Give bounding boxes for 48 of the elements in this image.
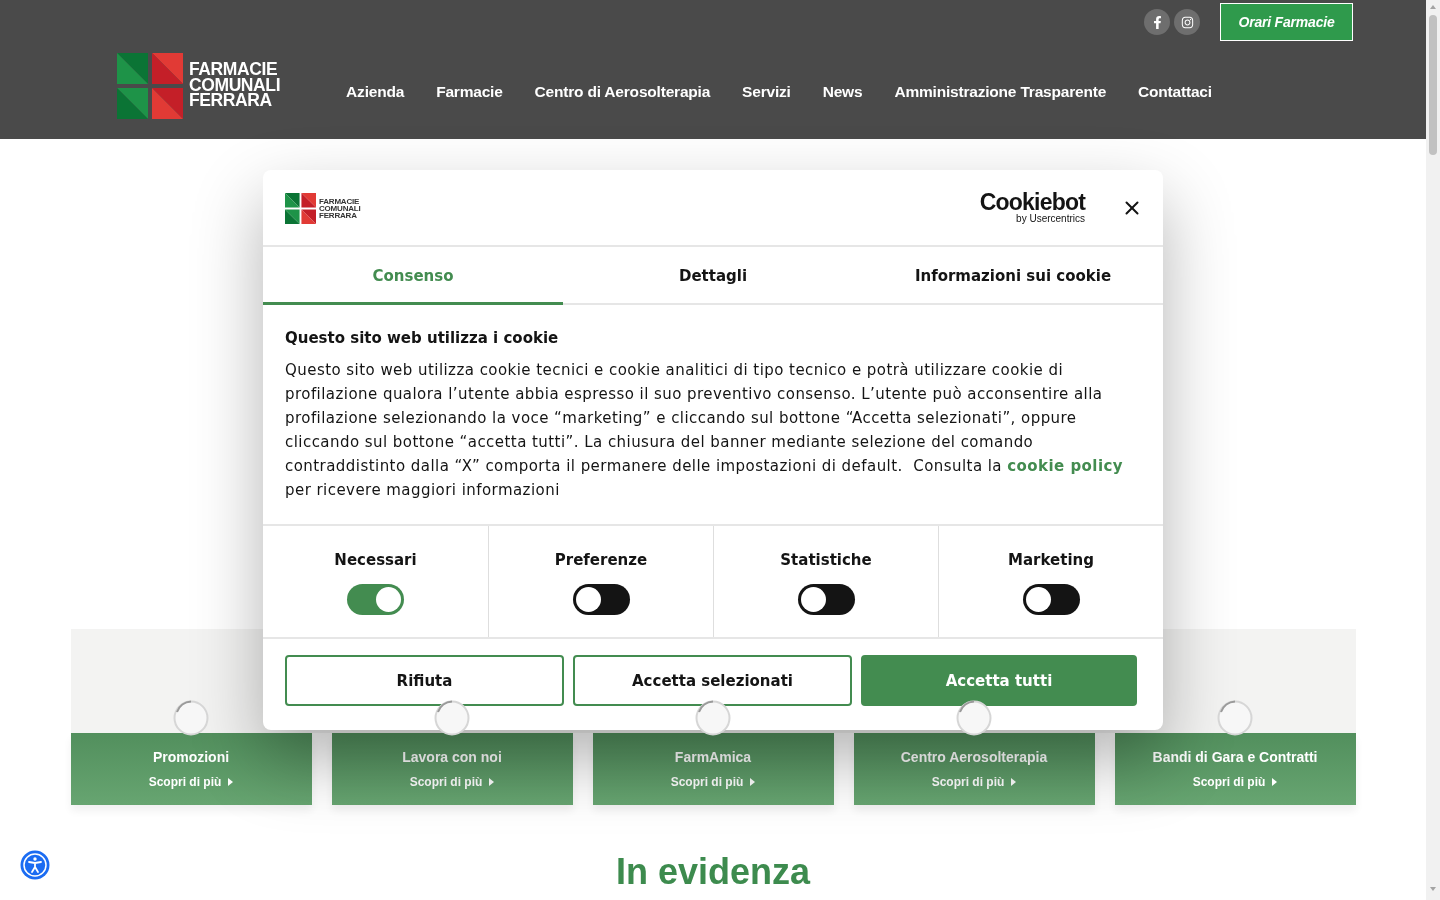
card-title: Bandi di Gara e Contratti [1152,749,1318,765]
card-title: Promozioni [152,749,230,765]
toggle-switch[interactable] [572,584,630,615]
brand-tagline: by Usercentrics [1016,213,1085,224]
cookie-policy-link[interactable]: cookie policy [1007,457,1124,475]
dialog-text: Questo sito web utilizza cookie tecnici e cookie analitici di tipo tecnico e potrà utilizzare cookie di profilazione qualora l’utente abbia espresso il suo preventivo consenso. L’utente può acconsentire alla profilazione selezionando la voce “marketing” e cliccando sul bottone “Accetta selezionati”, oppure cliccando sul bottone “accetta tutti”. La chiusura del banner mediante selezione del comando contraddistinto dalla “X” comporta il permanere delle impostazioni di default. Consulta la cookie policy per ricevere maggiori informazioni [285,360,1125,501]
loading-ring-icon [173,700,209,736]
category-label: Statistiche [780,550,872,570]
tab[interactable]: Consenso [263,247,563,305]
caret-icon [1272,778,1278,786]
nav-link[interactable]: Contattaci [1138,82,1212,101]
card-title: Lavora con noi [402,749,502,765]
card-title: Centro Aerosolterapia [900,749,1048,765]
card-title: FarmAmica [674,749,752,765]
section-heading: In evidenza [615,851,811,893]
scrollbar[interactable] [1426,0,1440,900]
loading-ring-icon [1217,700,1253,736]
category-label: Preferenze [554,550,648,570]
logo-text: FARMACIE COMUNALI FERRARA [189,62,281,109]
consent-button[interactable]: Accetta selezionati [573,655,852,706]
logo-squares-icon [285,193,316,224]
toggle-switch[interactable] [347,584,404,615]
instagram-icon[interactable] [1174,9,1200,35]
accessibility-icon[interactable] [20,850,50,880]
category-label: Marketing [1008,550,1094,570]
caret-icon [489,778,495,786]
nav-link[interactable]: Servizi [742,82,791,101]
tab[interactable]: Dettagli [563,247,863,305]
brand-name: Cookiebot [979,191,1085,213]
nav-link[interactable]: Centro di Aerosolterapia [534,82,711,101]
caret-icon [1011,778,1017,786]
facebook-icon[interactable] [1144,9,1170,35]
consent-button[interactable]: Rifiuta [285,655,564,706]
logo-squares-icon [117,52,183,119]
caret-icon [228,778,234,786]
caret-icon [750,778,756,786]
category-label: Necessari [334,550,417,570]
nav-link[interactable]: News [822,82,863,101]
nav-link[interactable]: Amministrazione Trasparente [894,82,1107,101]
consent-button[interactable]: Accetta tutti [861,655,1137,706]
toggle-switch[interactable] [1022,584,1080,615]
tab[interactable]: Informazioni sui cookie [863,247,1163,305]
dialog-title: Questo sito web utilizza i cookie [285,328,560,349]
nav-link[interactable]: Azienda [346,82,405,101]
hours-button[interactable]: Orari Farmacie [1220,3,1353,41]
toggle-switch[interactable] [797,584,855,615]
nav-link[interactable]: Farmacie [436,82,503,101]
logo-text: FARMACIE COMUNALI FERRARA [319,198,361,219]
